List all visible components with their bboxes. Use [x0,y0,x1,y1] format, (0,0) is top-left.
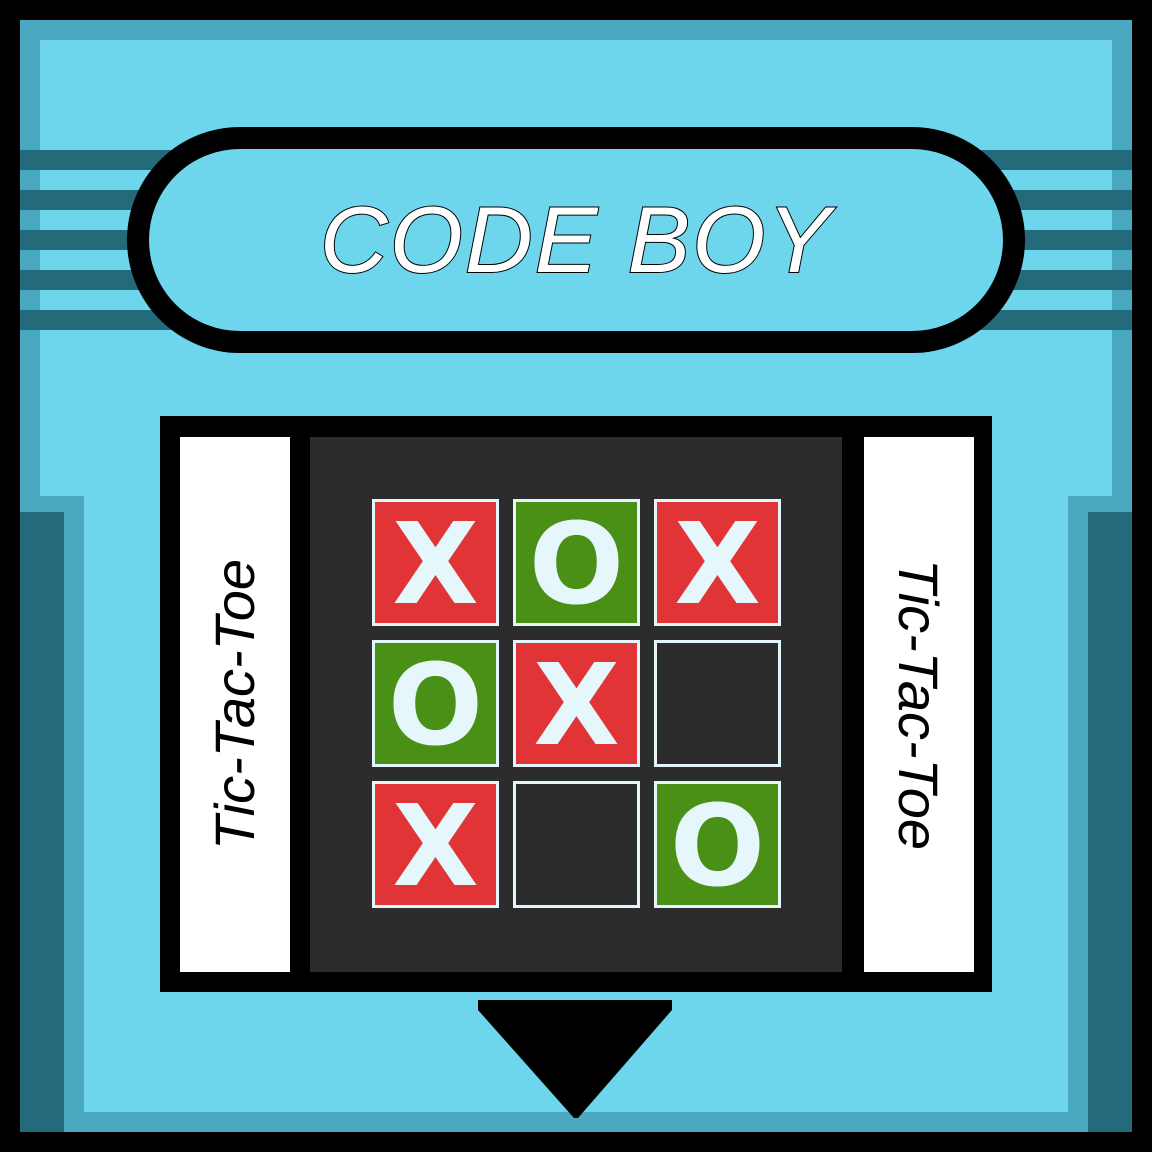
board-cell[interactable]: X [372,499,499,626]
side-label-right-text: Tic-Tac-Toe [887,558,951,851]
board-cell[interactable] [654,640,781,767]
tic-tac-toe-board: X O X O X X O [372,499,781,908]
board-cell[interactable]: O [654,781,781,908]
board-cell[interactable]: X [513,640,640,767]
board-cell[interactable]: X [372,781,499,908]
side-label-left: Tic-Tac-Toe [180,437,290,972]
board-cell[interactable] [513,781,640,908]
board-cell[interactable]: X [654,499,781,626]
board-cell[interactable]: O [513,499,640,626]
board-cell[interactable]: O [372,640,499,767]
game-screen: X O X O X X O [310,437,842,972]
side-label-right: Tic-Tac-Toe [864,437,974,972]
side-label-left-text: Tic-Tac-Toe [203,558,267,851]
brand-title: CODE BOY [319,186,833,293]
